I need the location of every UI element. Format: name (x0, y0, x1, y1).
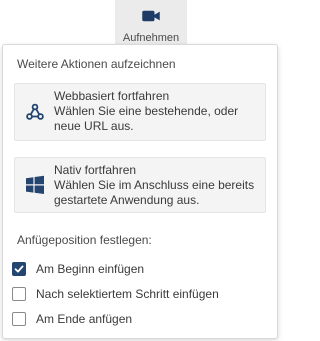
insert-after-selected-checkbox[interactable] (12, 287, 26, 301)
insert-after-selected-option[interactable]: Nach selektiertem Schritt einfügen (12, 287, 219, 301)
record-button-label: Aufnehmen (122, 32, 180, 44)
insert-position-title: Anfügeposition festlegen: (17, 233, 152, 247)
native-continue-option[interactable]: Nativ fortfahren Wählen Sie im Anschluss… (14, 157, 266, 213)
append-at-end-checkbox[interactable] (12, 312, 26, 326)
insert-at-beginning-option[interactable]: Am Beginn einfügen (12, 262, 144, 276)
record-actions-panel: Weitere Aktionen aufzeichnen Webbasiert … (2, 44, 278, 339)
append-at-end-option[interactable]: Am Ende anfügen (12, 312, 132, 326)
insert-after-selected-label: Nach selektiertem Schritt einfügen (36, 287, 219, 301)
web-option-description-line2: neue URL aus. (54, 118, 134, 133)
video-camera-icon (142, 10, 160, 22)
insert-at-beginning-label: Am Beginn einfügen (36, 262, 145, 276)
web-continue-option[interactable]: Webbasiert fortfahren Wählen Sie eine be… (14, 83, 266, 141)
native-option-title: Nativ fortfahren (54, 162, 137, 177)
web-option-title: Webbasiert fortfahren (54, 88, 170, 103)
web-option-description-line1: Wählen Sie eine bestehende, oder (54, 103, 239, 118)
record-button[interactable]: Aufnehmen (115, 0, 187, 44)
native-option-description-line1: Wählen Sie im Anschluss eine bereits (54, 177, 255, 192)
windows-logo-icon (24, 174, 46, 196)
section-title: Weitere Aktionen aufzeichnen (17, 57, 176, 71)
web-hook-icon (24, 101, 46, 123)
append-at-end-label: Am Ende anfügen (36, 312, 133, 326)
insert-at-beginning-checkbox[interactable] (12, 262, 26, 276)
checkmark-icon (14, 265, 24, 273)
native-option-description-line2: gestartete Anwendung aus. (54, 192, 200, 207)
